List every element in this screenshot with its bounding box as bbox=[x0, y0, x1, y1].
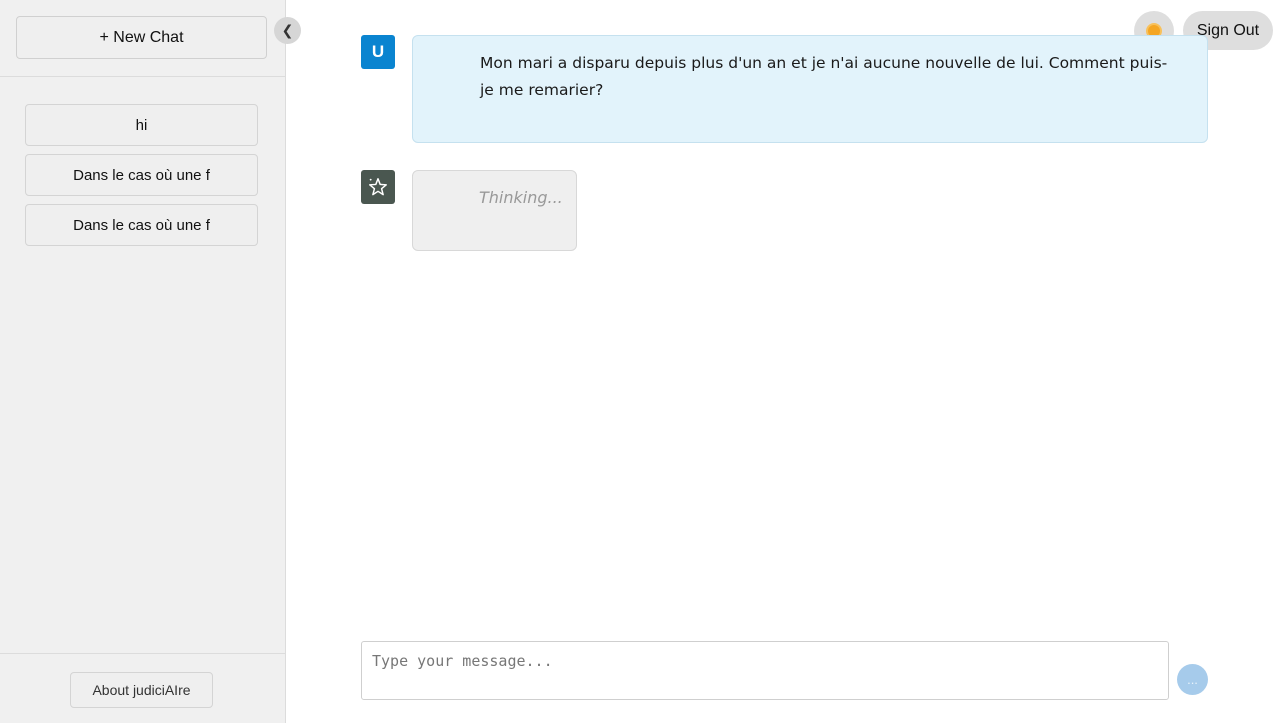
chat-history-item[interactable]: Dans le cas où une f bbox=[25, 204, 258, 246]
ellipsis-icon: ... bbox=[1187, 672, 1198, 687]
user-message: Mon mari a disparu depuis plus d'un an e… bbox=[412, 35, 1208, 143]
divider bbox=[0, 76, 285, 77]
collapse-sidebar-button[interactable]: ❮ bbox=[274, 17, 301, 44]
user-avatar: U bbox=[361, 35, 395, 69]
new-chat-button[interactable]: + New Chat bbox=[16, 16, 267, 59]
chevron-left-icon: ❮ bbox=[281, 22, 294, 38]
sparkle-star-icon bbox=[369, 178, 387, 196]
divider bbox=[0, 653, 285, 654]
sidebar: + New Chat hi Dans le cas où une f Dans … bbox=[0, 0, 286, 723]
chat-history-item[interactable]: hi bbox=[25, 104, 258, 146]
thinking-indicator: Thinking... bbox=[479, 188, 563, 207]
message-input[interactable] bbox=[361, 641, 1169, 700]
chat-history-item[interactable]: Dans le cas où une f bbox=[25, 154, 258, 196]
send-button[interactable]: ... bbox=[1177, 664, 1208, 695]
assistant-message: Thinking... bbox=[412, 170, 577, 251]
about-button[interactable]: About judiciAIre bbox=[70, 672, 213, 708]
assistant-avatar bbox=[361, 170, 395, 204]
chat-history-list: hi Dans le cas où une f Dans le cas où u… bbox=[25, 104, 258, 254]
